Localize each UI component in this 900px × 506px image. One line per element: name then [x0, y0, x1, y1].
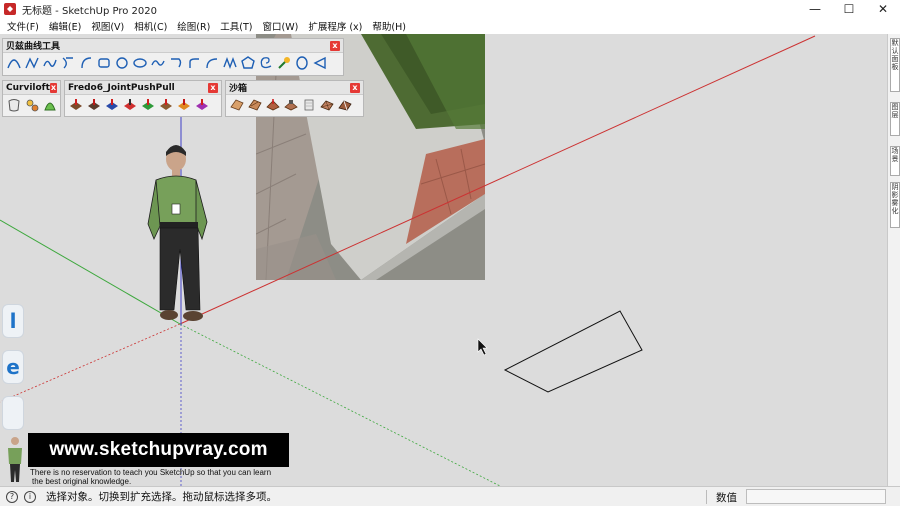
menu-draw[interactable]: 绘图(R): [172, 19, 215, 33]
add-detail-icon[interactable]: [319, 97, 334, 112]
normal-push-pull-icon[interactable]: [104, 97, 119, 112]
zigzag-curve-icon[interactable]: [222, 55, 237, 70]
polygon-curve-icon[interactable]: [240, 55, 255, 70]
curviloft-toolbar-header[interactable]: Curviloft x: [3, 81, 60, 95]
rectangle-curve-icon[interactable]: [96, 55, 111, 70]
scale-figure: [147, 145, 208, 321]
flip-edge-icon[interactable]: [337, 97, 352, 112]
polyline-curve-icon[interactable]: [24, 55, 39, 70]
close-button[interactable]: ✕: [866, 0, 900, 18]
menu-extensions[interactable]: 扩展程序 (x): [303, 19, 367, 33]
dock-tab-default[interactable]: 默认面板: [890, 38, 900, 92]
menu-file[interactable]: 文件(F): [2, 19, 44, 33]
curviloft-toolbar-close[interactable]: x: [49, 82, 57, 93]
title-bar: 无标题 - SketchUp Pro 2020 — ☐ ✕: [0, 0, 900, 18]
window-title: 无标题 - SketchUp Pro 2020: [22, 5, 157, 17]
watermark-tagline: There is no reservation to teach you Ske…: [30, 468, 300, 486]
from-scratch-icon[interactable]: [247, 97, 262, 112]
maximize-button[interactable]: ☐: [832, 0, 866, 18]
finish-push-pull-icon[interactable]: [194, 97, 209, 112]
jointpushpull-toolbar-header[interactable]: Fredo6_JointPushPull x: [65, 81, 221, 95]
bezier-toolbar-close[interactable]: x: [330, 40, 340, 51]
sketchup-logo-icon: [4, 3, 16, 15]
fillet-curve-icon[interactable]: [186, 55, 201, 70]
extrude-push-pull-icon[interactable]: [122, 97, 137, 112]
joint-push-pull-icon[interactable]: [68, 97, 83, 112]
watermark-person-icon: [8, 437, 22, 482]
watermark-url: www.sketchupvray.com: [49, 439, 268, 460]
minimize-button[interactable]: —: [798, 0, 832, 18]
bezier-toolbar-title: 贝兹曲线工具: [6, 42, 61, 52]
smoove-icon[interactable]: [265, 97, 280, 112]
loft-along-path-icon[interactable]: [24, 97, 39, 112]
hook-curve-icon[interactable]: [168, 55, 183, 70]
edit-curve-icon[interactable]: [276, 55, 291, 70]
side-pill-label: l: [9, 309, 17, 333]
side-panel-button-e[interactable]: e: [2, 350, 24, 384]
sketchup-window: 无标题 - SketchUp Pro 2020 — ☐ ✕ 文件(F) 编辑(E…: [0, 0, 900, 506]
menu-bar: 文件(F) 编辑(E) 视图(V) 相机(C) 绘图(R) 工具(T) 窗口(W…: [0, 18, 900, 34]
sandbox-toolbar-close[interactable]: x: [350, 82, 360, 93]
menu-edit[interactable]: 编辑(E): [44, 19, 86, 33]
curviloft-toolbar: Curviloft x: [2, 80, 61, 117]
curviloft-toolbar-title: Curviloft: [6, 82, 50, 93]
watermark-tagline-line2: the best original knowledge.: [32, 477, 132, 486]
jointpushpull-toolbar-title: Fredo6_JointPushPull: [68, 82, 175, 93]
geo-location-icon[interactable]: ?: [6, 490, 18, 503]
curviloft-tools: [3, 95, 60, 114]
window-controls: — ☐ ✕: [798, 0, 900, 18]
follow-push-pull-icon[interactable]: [140, 97, 155, 112]
instructor-info-icon[interactable]: i: [24, 490, 36, 503]
freehand-curve-icon[interactable]: [60, 55, 75, 70]
bezier-tools: [3, 53, 343, 72]
status-bar: ? i 选择对象。切换到扩充选择。拖动鼠标选择多项。 数值: [0, 486, 900, 506]
measurements-input[interactable]: [746, 489, 886, 504]
vector-push-pull-icon[interactable]: [86, 97, 101, 112]
bezier-curve-icon[interactable]: [6, 55, 21, 70]
watermark-tagline-line1: There is no reservation to teach you Ske…: [30, 468, 272, 477]
convert-curve-icon[interactable]: [294, 55, 309, 70]
menu-window[interactable]: 窗口(W): [258, 19, 304, 33]
dock-tab-layers[interactable]: 图层: [890, 102, 900, 136]
menu-tools[interactable]: 工具(T): [215, 19, 257, 33]
circle-curve-icon[interactable]: [114, 55, 129, 70]
ellipse-curve-icon[interactable]: [132, 55, 147, 70]
wave-curve-icon[interactable]: [150, 55, 165, 70]
triangle-curve-icon[interactable]: [312, 55, 327, 70]
spline-icon[interactable]: [42, 55, 57, 70]
from-contours-icon[interactable]: [229, 97, 244, 112]
measurements-label: 数值: [716, 492, 737, 504]
drape-icon[interactable]: [301, 97, 316, 112]
jointpushpull-toolbar-close[interactable]: x: [208, 82, 218, 93]
right-tray-dock: 默认面板 图层 场景 阴影雾化: [887, 34, 900, 486]
arc-curve-icon[interactable]: [78, 55, 93, 70]
bezier-toolbar-header[interactable]: 贝兹曲线工具 x: [3, 39, 343, 53]
sandbox-toolbar-title: 沙箱: [229, 84, 248, 94]
sandbox-tools: [226, 95, 363, 114]
curve-arc-icon[interactable]: [204, 55, 219, 70]
undo-push-pull-icon[interactable]: [158, 97, 173, 112]
status-divider: [706, 490, 707, 504]
menu-camera[interactable]: 相机(C): [129, 19, 172, 33]
redo-push-pull-icon[interactable]: [176, 97, 191, 112]
bezier-toolbar: 贝兹曲线工具 x: [2, 38, 344, 76]
stamp-icon[interactable]: [283, 97, 298, 112]
side-panel-button-l[interactable]: l: [2, 304, 24, 338]
dock-tab-shadows[interactable]: 阴影雾化: [890, 182, 900, 228]
loft-by-spline-icon[interactable]: [6, 97, 21, 112]
sandbox-toolbar: 沙箱 x: [225, 80, 364, 117]
jointpushpull-tools: [65, 95, 221, 114]
menu-view[interactable]: 视图(V): [86, 19, 129, 33]
watermark-banner: www.sketchupvray.com: [28, 433, 289, 467]
jointpushpull-toolbar: Fredo6_JointPushPull x: [64, 80, 222, 117]
spiral-curve-icon[interactable]: [258, 55, 273, 70]
dock-tab-scenes[interactable]: 场景: [890, 146, 900, 176]
side-pill-label: e: [6, 355, 20, 379]
drawing-viewport[interactable]: 贝兹曲线工具 x Curviloft x Fredo6_JointPushPul…: [0, 34, 887, 486]
skin-contours-icon[interactable]: [42, 97, 57, 112]
sandbox-toolbar-header[interactable]: 沙箱 x: [226, 81, 363, 95]
status-message: 选择对象。切换到扩充选择。拖动鼠标选择多项。: [46, 491, 277, 503]
menu-help[interactable]: 帮助(H): [367, 19, 411, 33]
side-panel-button-blank[interactable]: [2, 396, 24, 430]
